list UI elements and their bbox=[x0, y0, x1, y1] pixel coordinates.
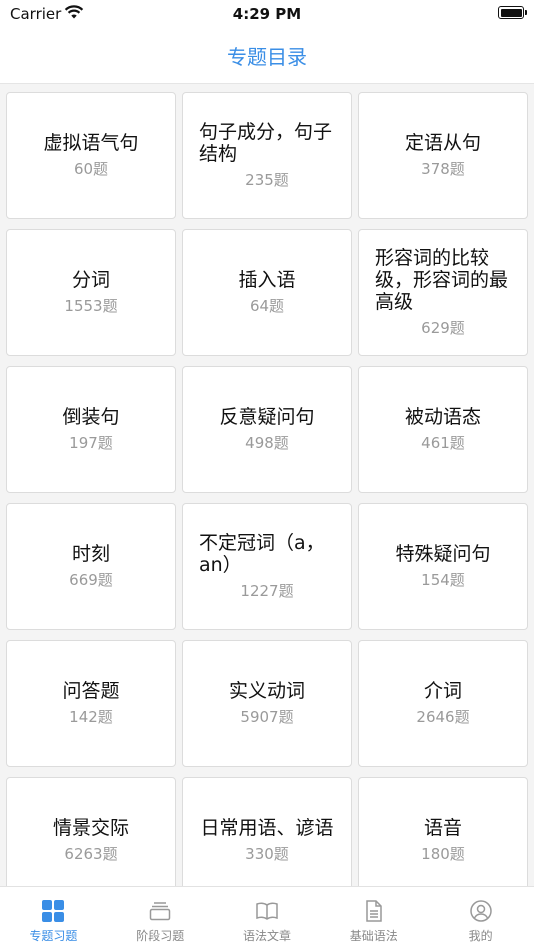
topic-card[interactable]: 分词 1553题 bbox=[6, 229, 176, 356]
battery-icon bbox=[498, 6, 527, 19]
topic-card[interactable]: 形容词的比较级，形容词的最高级 629题 bbox=[358, 229, 528, 356]
topic-title: 不定冠词（a，an） bbox=[199, 532, 325, 576]
navigation-bar: 专题目录 bbox=[0, 28, 534, 84]
tab-label: 专题习题 bbox=[29, 929, 78, 943]
tab-label: 我的 bbox=[468, 929, 493, 943]
tab-bar: 专题习题 阶段习题 语法文章 基础语法 我的 bbox=[0, 886, 534, 951]
topic-count: 1553题 bbox=[64, 297, 118, 315]
topic-title: 问答题 bbox=[62, 680, 120, 702]
topic-title: 时刻 bbox=[71, 543, 110, 565]
topic-title: 被动语态 bbox=[404, 406, 481, 428]
topic-card[interactable]: 虚拟语气句 60题 bbox=[6, 92, 176, 219]
topic-count: 197题 bbox=[69, 434, 113, 452]
topic-card[interactable]: 不定冠词（a，an） 1227题 bbox=[182, 503, 352, 630]
topic-count: 154题 bbox=[421, 571, 465, 589]
topic-card[interactable]: 语音 180题 bbox=[358, 777, 528, 904]
topic-title: 句子成分，句子结构 bbox=[199, 121, 333, 165]
grid-icon bbox=[42, 900, 65, 922]
tab-stage-exercises[interactable]: 阶段习题 bbox=[107, 887, 214, 951]
document-icon bbox=[366, 900, 382, 922]
topic-title: 语音 bbox=[423, 817, 462, 839]
topic-count: 60题 bbox=[73, 160, 109, 178]
topic-card[interactable]: 被动语态 461题 bbox=[358, 366, 528, 493]
topic-card[interactable]: 定语从句 378题 bbox=[358, 92, 528, 219]
topic-title: 日常用语、谚语 bbox=[200, 817, 334, 839]
topic-count: 235题 bbox=[245, 171, 289, 189]
topic-count: 5907题 bbox=[240, 708, 294, 726]
tab-topic-exercises[interactable]: 专题习题 bbox=[0, 887, 107, 951]
topic-title: 实义动词 bbox=[228, 680, 305, 702]
topic-count: 461题 bbox=[421, 434, 465, 452]
topic-card[interactable]: 特殊疑问句 154题 bbox=[358, 503, 528, 630]
tab-label: 语法文章 bbox=[242, 929, 291, 943]
topic-title: 介词 bbox=[423, 680, 462, 702]
topic-count: 64题 bbox=[249, 297, 285, 315]
topic-card[interactable]: 问答题 142题 bbox=[6, 640, 176, 767]
topic-count: 629题 bbox=[421, 319, 465, 337]
topic-count: 180题 bbox=[421, 845, 465, 863]
tab-grammar-articles[interactable]: 语法文章 bbox=[214, 887, 321, 951]
topic-title: 定语从句 bbox=[404, 132, 481, 154]
status-bar: Carrier 4:29 PM bbox=[0, 0, 534, 28]
topic-card[interactable]: 反意疑问句 498题 bbox=[182, 366, 352, 493]
topic-count: 6263题 bbox=[64, 845, 118, 863]
tab-label: 基础语法 bbox=[349, 929, 398, 943]
topic-title: 分词 bbox=[71, 269, 110, 291]
topic-count: 2646题 bbox=[416, 708, 470, 726]
topic-title: 插入语 bbox=[238, 269, 296, 291]
topic-grid: 虚拟语气句 60题 句子成分，句子结构 235题 定语从句 378题 分词 15… bbox=[6, 92, 528, 904]
topic-count: 330题 bbox=[245, 845, 289, 863]
status-time: 4:29 PM bbox=[232, 5, 302, 23]
topic-card[interactable]: 实义动词 5907题 bbox=[182, 640, 352, 767]
topic-count: 378题 bbox=[421, 160, 465, 178]
page-title: 专题目录 bbox=[227, 45, 307, 69]
profile-icon bbox=[469, 900, 492, 922]
tab-label: 阶段习题 bbox=[136, 929, 185, 943]
topic-card[interactable]: 情景交际 6263题 bbox=[6, 777, 176, 904]
topic-card[interactable]: 日常用语、谚语 330题 bbox=[182, 777, 352, 904]
topic-card[interactable]: 介词 2646题 bbox=[358, 640, 528, 767]
topic-card[interactable]: 插入语 64题 bbox=[182, 229, 352, 356]
topic-count: 669题 bbox=[69, 571, 113, 589]
topic-card[interactable]: 句子成分，句子结构 235题 bbox=[182, 92, 352, 219]
tab-profile[interactable]: 我的 bbox=[427, 887, 534, 951]
topic-title: 形容词的比较级，形容词的最高级 bbox=[375, 247, 509, 313]
topic-card[interactable]: 时刻 669题 bbox=[6, 503, 176, 630]
topic-title: 特殊疑问句 bbox=[395, 543, 491, 565]
tab-basic-grammar[interactable]: 基础语法 bbox=[320, 887, 427, 951]
topic-title: 虚拟语气句 bbox=[43, 132, 139, 154]
topic-count: 142题 bbox=[69, 708, 113, 726]
topic-count: 1227题 bbox=[240, 582, 294, 600]
topic-title: 反意疑问句 bbox=[219, 406, 315, 428]
topic-count: 498题 bbox=[245, 434, 289, 452]
topic-card[interactable]: 倒装句 197题 bbox=[6, 366, 176, 493]
book-icon bbox=[256, 902, 278, 920]
topic-title: 情景交际 bbox=[52, 817, 129, 839]
stack-icon bbox=[149, 902, 171, 921]
topic-title: 倒装句 bbox=[62, 406, 120, 428]
